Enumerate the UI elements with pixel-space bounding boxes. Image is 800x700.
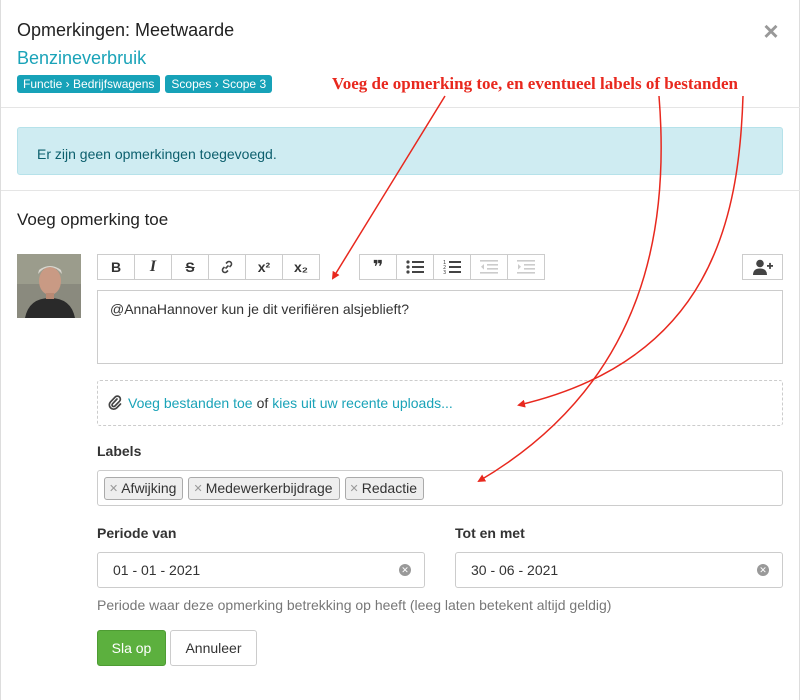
label-tag: ✕ Afwijking xyxy=(104,476,184,500)
arrow-to-editor xyxy=(331,95,446,280)
period-to-input[interactable]: 30 - 06 - 2021 ✕ xyxy=(455,552,783,588)
labels-heading: Labels xyxy=(97,443,142,459)
clear-date-icon[interactable]: ✕ xyxy=(399,564,411,576)
superscript-button[interactable]: x² xyxy=(245,254,283,280)
modal-subtitle[interactable]: Benzineverbruik xyxy=(17,48,146,69)
period-from-value: 01 - 01 - 2021 xyxy=(113,562,201,578)
formatting-toolbar: B I S x² x₂ xyxy=(97,254,320,280)
labels-input[interactable]: ✕ Afwijking ✕ Medewerkerbijdrage ✕ Redactie xyxy=(97,470,783,506)
remove-tag-icon[interactable]: ✕ xyxy=(193,482,202,495)
mention-user-button[interactable] xyxy=(742,254,783,280)
link-icon xyxy=(221,260,233,274)
bulleted-list-button[interactable] xyxy=(396,254,434,280)
clear-date-icon[interactable]: ✕ xyxy=(757,564,769,576)
paperclip-icon xyxy=(108,395,122,410)
italic-button[interactable]: I xyxy=(134,254,172,280)
attachment-dropzone[interactable]: Voeg bestanden toe of kies uit uw recent… xyxy=(97,380,783,426)
subscript-button[interactable]: x₂ xyxy=(282,254,320,280)
or-text: of xyxy=(256,395,269,411)
period-help-text: Periode waar deze opmerking betrekking o… xyxy=(97,597,612,613)
tag-text: Medewerkerbijdrage xyxy=(205,480,333,496)
period-from-label: Periode van xyxy=(97,525,177,541)
label-tag: ✕ Redactie xyxy=(344,476,425,500)
no-comments-alert: Er zijn geen opmerkingen toegevoegd. xyxy=(17,127,783,175)
outdent-button[interactable] xyxy=(470,254,508,280)
divider xyxy=(1,190,800,191)
add-files-link[interactable]: Voeg bestanden toe xyxy=(128,395,253,425)
link-button[interactable] xyxy=(208,254,246,280)
cancel-button[interactable]: Annuleer xyxy=(170,630,257,666)
tag-text: Afwijking xyxy=(121,480,177,496)
outdent-icon xyxy=(480,260,498,274)
comment-editor[interactable]: @AnnaHannover kun je dit verifiëren alsj… xyxy=(97,290,783,364)
numbered-list-icon: 123 xyxy=(443,260,461,275)
annotation-text: Voeg de opmerking toe, en eventueel labe… xyxy=(332,74,738,93)
label-tag: ✕ Medewerkerbijdrage xyxy=(188,476,340,500)
badge-scope: Scopes › Scope 3 xyxy=(165,75,273,93)
recent-uploads-link[interactable]: kies uit uw recente uploads... xyxy=(272,395,453,425)
save-button[interactable]: Sla op xyxy=(97,630,166,666)
comments-modal: Opmerkingen: Meetwaarde Benzineverbruik … xyxy=(0,0,800,700)
close-icon[interactable]: × xyxy=(760,18,782,44)
add-user-icon xyxy=(752,259,773,275)
strikethrough-icon: S xyxy=(185,259,195,275)
indent-button[interactable] xyxy=(507,254,545,280)
quote-icon: ❞ xyxy=(372,256,384,277)
bold-icon: B xyxy=(110,259,122,275)
period-to-label: Tot en met xyxy=(455,525,525,541)
bulleted-list-icon xyxy=(406,260,424,274)
indent-icon xyxy=(517,260,535,274)
strikethrough-button[interactable]: S xyxy=(171,254,209,280)
remove-tag-icon[interactable]: ✕ xyxy=(109,482,118,495)
numbered-list-button[interactable]: 123 xyxy=(433,254,471,280)
badge-group: Functie › Bedrijfswagens Scopes › Scope … xyxy=(17,75,273,93)
italic-icon: I xyxy=(149,258,157,275)
tag-text: Redactie xyxy=(361,480,418,496)
period-from-input[interactable]: 01 - 01 - 2021 ✕ xyxy=(97,552,425,588)
bold-button[interactable]: B xyxy=(97,254,135,280)
remove-tag-icon[interactable]: ✕ xyxy=(350,482,359,495)
badge-function: Functie › Bedrijfswagens xyxy=(17,75,161,93)
subscript-icon: x₂ xyxy=(293,259,308,275)
avatar xyxy=(17,254,81,318)
superscript-icon: x² xyxy=(257,259,271,275)
list-toolbar: ❞ 123 xyxy=(359,254,545,280)
period-to-value: 30 - 06 - 2021 xyxy=(471,562,559,578)
modal-title: Opmerkingen: Meetwaarde xyxy=(17,20,235,40)
quote-button[interactable]: ❞ xyxy=(359,254,397,280)
svg-text:3: 3 xyxy=(443,270,446,275)
section-title: Voeg opmerking toe xyxy=(17,210,169,229)
